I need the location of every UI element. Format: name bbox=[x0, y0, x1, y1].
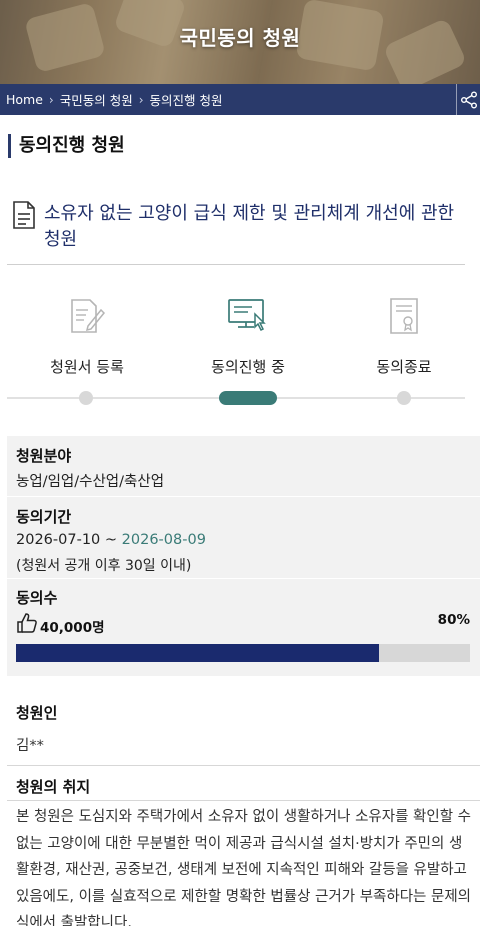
step-label-closed: 동의종료 bbox=[376, 358, 432, 376]
count-value: 40,000명 bbox=[40, 620, 105, 636]
computer-click-icon bbox=[228, 299, 266, 332]
step-label-registered: 청원서 등록 bbox=[50, 358, 124, 376]
petition-title: 소유자 없는 고양이 급식 제한 및 관리체계 개선에 관한 청원 bbox=[44, 203, 455, 250]
period-note: (청원서 공개 이후 30일 이내) bbox=[16, 558, 192, 574]
field-label: 청원분야 bbox=[16, 447, 72, 465]
breadcrumb-home[interactable]: Home bbox=[6, 92, 43, 107]
period-label: 동의기간 bbox=[16, 508, 72, 526]
petition-title-row: 소유자 없는 고양이 급식 제한 및 관리체계 개선에 관한 청원 bbox=[12, 201, 468, 253]
period-start: 2026-07-10 bbox=[16, 532, 101, 548]
divider bbox=[7, 496, 480, 497]
period-end: 2026-08-09 bbox=[121, 532, 206, 548]
petition-info-box: 청원분야 농업/임업/수산업/축산업 동의기간 2026-07-10 ~ 202… bbox=[7, 436, 480, 676]
purpose-text: 본 청원은 도심지와 주택가에서 소유자 없이 생활하거나 소유자를 확인할 수… bbox=[16, 809, 472, 926]
breadcrumb-separator: › bbox=[48, 92, 54, 107]
period-value: 2026-07-10 ~ 2026-08-09 bbox=[16, 532, 206, 548]
step-dot bbox=[397, 391, 411, 405]
divider bbox=[7, 578, 480, 579]
purpose-label: 청원의 취지 bbox=[16, 778, 91, 796]
section-heading: 동의진행 청원 bbox=[8, 134, 125, 158]
breadcrumb: Home › 국민동의 청원 › 동의진행 청원 bbox=[0, 84, 480, 115]
progress-bar bbox=[16, 644, 470, 662]
step-dot bbox=[79, 391, 93, 405]
hero-banner: 국민동의 청원 bbox=[0, 0, 480, 84]
step-label-in-progress: 동의진행 중 bbox=[211, 358, 285, 376]
share-button[interactable] bbox=[456, 84, 480, 115]
period-separator: ~ bbox=[100, 532, 122, 548]
divider bbox=[7, 765, 480, 766]
step-dot-active bbox=[219, 391, 277, 405]
progress-fill bbox=[16, 644, 380, 662]
document-edit-icon bbox=[71, 299, 106, 333]
breadcrumb-petitions[interactable]: 국민동의 청원 bbox=[60, 90, 133, 109]
petitioner-value: 김** bbox=[16, 738, 44, 754]
field-value: 농업/임업/수산업/축산업 bbox=[16, 474, 165, 490]
progress-percent: 80% bbox=[437, 612, 470, 628]
breadcrumb-separator: › bbox=[138, 92, 144, 107]
count-label: 동의수 bbox=[16, 589, 58, 607]
divider bbox=[7, 264, 465, 265]
share-icon bbox=[460, 91, 477, 108]
document-icon bbox=[13, 201, 35, 229]
breadcrumb-current[interactable]: 동의진행 청원 bbox=[150, 90, 223, 109]
thumbs-up-icon bbox=[17, 613, 37, 633]
certificate-icon bbox=[390, 298, 418, 334]
petitioner-label: 청원인 bbox=[16, 704, 58, 722]
page-title: 국민동의 청원 bbox=[179, 26, 301, 50]
divider bbox=[7, 800, 480, 801]
